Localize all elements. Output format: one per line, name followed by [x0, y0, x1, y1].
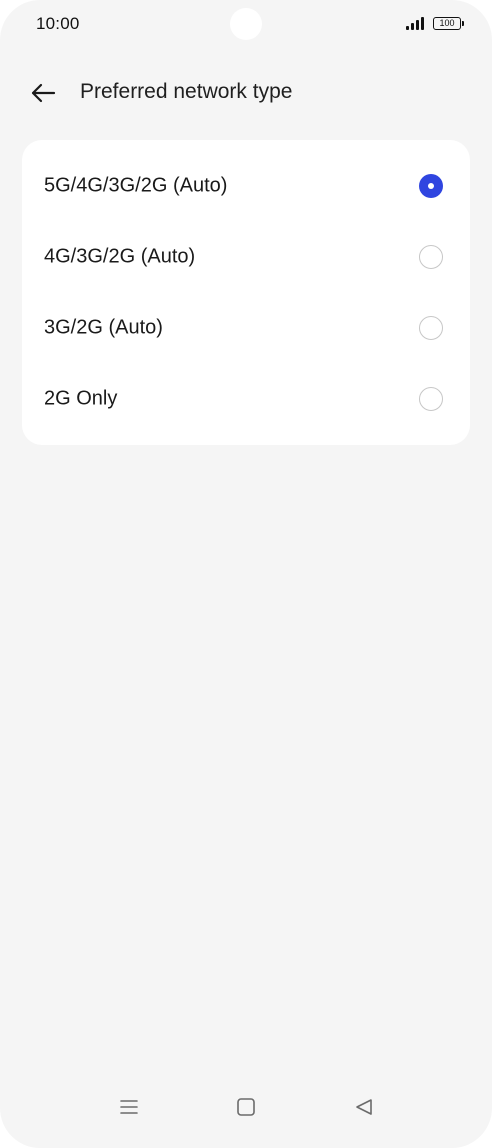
back-triangle-icon: [356, 1099, 372, 1115]
system-back-button[interactable]: [349, 1092, 379, 1122]
status-bar: 10:00 100: [0, 0, 492, 48]
status-time: 10:00: [36, 14, 80, 33]
radio-button[interactable]: [419, 386, 443, 411]
home-square-icon: [237, 1098, 255, 1116]
back-button[interactable]: [26, 76, 60, 110]
app-header: Preferred network type: [0, 70, 492, 114]
option-label: 2G Only: [44, 387, 118, 409]
option-label: 3G/2G (Auto): [44, 316, 163, 338]
battery-icon: 100: [433, 17, 464, 30]
radio-button[interactable]: [419, 173, 443, 198]
option-2g-only[interactable]: 2G Only: [22, 363, 470, 434]
arrow-left-icon: [31, 83, 56, 103]
option-label: 5G/4G/3G/2G (Auto): [44, 174, 228, 196]
signal-bars-icon: [406, 17, 428, 30]
option-4g-3g-2g-auto[interactable]: 4G/3G/2G (Auto): [22, 221, 470, 292]
page-title: Preferred network type: [80, 80, 293, 103]
front-camera-cutout: [230, 8, 262, 40]
option-label: 4G/3G/2G (Auto): [44, 245, 196, 267]
system-navigation-bar: [0, 1084, 492, 1148]
battery-level: 100: [439, 18, 455, 28]
menu-icon: [120, 1100, 138, 1114]
option-5g-4g-3g-2g-auto[interactable]: 5G/4G/3G/2G (Auto): [22, 150, 470, 221]
phone-screen: 10:00 100 Preferred network type 5G/4G/3…: [0, 0, 492, 1148]
option-3g-2g-auto[interactable]: 3G/2G (Auto): [22, 292, 470, 363]
menu-button[interactable]: [114, 1092, 144, 1122]
network-type-options-card: 5G/4G/3G/2G (Auto) 4G/3G/2G (Auto) 3G/2G…: [22, 140, 470, 445]
radio-button[interactable]: [419, 244, 443, 269]
home-button[interactable]: [231, 1092, 261, 1122]
radio-button[interactable]: [419, 315, 443, 340]
